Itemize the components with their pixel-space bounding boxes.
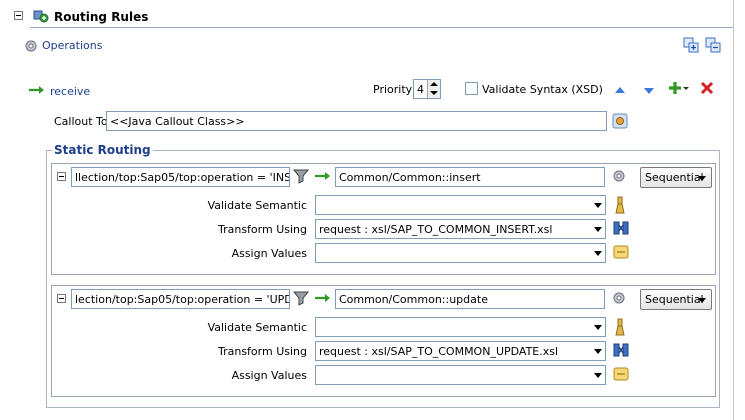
rule-2-mode-dropdown[interactable]: Sequential [640,289,712,310]
rule-1-transform-value: request : xsl/SAP_TO_COMMON_INSERT.xsl [319,223,553,236]
rule-2-target-input[interactable]: Common/Common::update [335,289,605,309]
funnel-icon[interactable] [292,168,310,187]
gear-icon [24,39,38,56]
priority-value[interactable]: 4 [417,83,424,96]
rule-1-validate-semantic-select[interactable] [315,195,606,215]
rule-2-mode-value: Sequential [645,293,704,306]
rule-2-collapse-toggle[interactable] [57,294,66,303]
assign-icon[interactable] [613,367,629,384]
rule-2-assign-select[interactable] [315,365,606,385]
callout-label: Callout To [54,115,108,128]
assign-icon[interactable] [613,245,629,262]
rule-2-validate-semantic-label: Validate Semantic [207,321,307,334]
flask-icon[interactable] [614,318,626,339]
validate-syntax-checkbox[interactable] [465,82,478,95]
rule-1-mode-dropdown[interactable]: Sequential [640,167,712,188]
rule-2-validate-semantic-select[interactable] [315,317,606,337]
page-title: Routing Rules [54,10,149,24]
rule-1-assign-select[interactable] [315,243,606,263]
priority-label: Priority [373,83,413,96]
validate-syntax-label: Validate Syntax (XSD) [482,83,603,96]
map-icon[interactable] [613,220,629,239]
expand-all-icon[interactable] [683,37,699,56]
gear-icon[interactable] [612,291,626,308]
rule-2-filter-input[interactable]: lection/top:Sap05/top:operation = 'UPDAT… [71,289,290,309]
rule-1-transform-label: Transform Using [217,223,307,236]
routing-rules-collapse-toggle[interactable] [14,11,23,20]
gear-icon[interactable] [612,169,626,186]
green-arrow-icon [314,293,332,306]
rule-1-collapse-toggle[interactable] [57,172,66,181]
red-x-icon[interactable] [700,81,714,98]
flask-icon[interactable] [614,196,626,217]
green-arrow-icon [28,85,46,98]
rule-2-assign-label: Assign Values [231,369,307,382]
static-routing-legend: Static Routing [52,143,153,157]
right-edge [733,0,734,420]
routing-rules-icon [32,8,50,27]
browse-icon[interactable] [612,113,628,132]
priority-spinner-buttons[interactable] [427,80,440,98]
green-plus-icon[interactable] [668,80,690,99]
rule-1-mode-value: Sequential [645,171,704,184]
callout-input[interactable]: <<Java Callout Class>> [106,111,607,131]
header-divider [30,27,733,28]
operation-name[interactable]: receive [50,85,90,98]
rule-1-assign-label: Assign Values [231,247,307,260]
rule-1-filter-input[interactable]: llection/top:Sap05/top:operation = 'INSE… [71,167,290,187]
rule-1-target-input[interactable]: Common/Common::insert [335,167,605,187]
rule-2-transform-select[interactable]: request : xsl/SAP_TO_COMMON_UPDATE.xsl [315,341,606,361]
rule-1-transform-select[interactable]: request : xsl/SAP_TO_COMMON_INSERT.xsl [315,219,606,239]
rule-2-transform-value: request : xsl/SAP_TO_COMMON_UPDATE.xsl [319,345,559,358]
rule-2-transform-label: Transform Using [217,345,307,358]
map-icon[interactable] [613,342,629,361]
priority-spinner[interactable]: 4 [413,79,441,99]
collapse-all-icon[interactable] [705,37,721,56]
funnel-icon[interactable] [292,290,310,309]
green-arrow-icon [314,171,332,184]
operations-label[interactable]: Operations [42,39,102,52]
rule-1-validate-semantic-label: Validate Semantic [207,199,307,212]
triangle-down-icon[interactable] [643,85,655,98]
triangle-up-icon[interactable] [614,84,626,97]
